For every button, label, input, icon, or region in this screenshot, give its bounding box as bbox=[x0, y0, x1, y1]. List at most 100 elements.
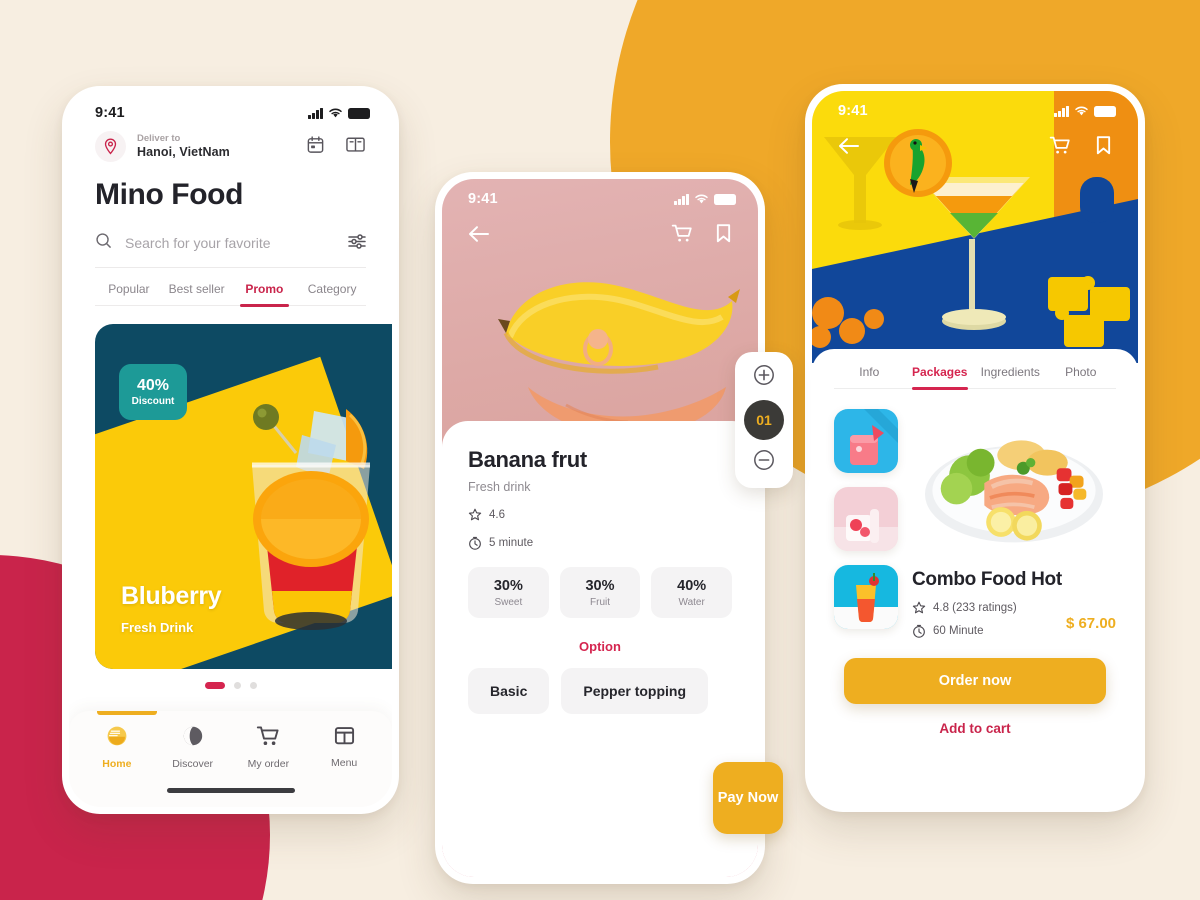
star-icon bbox=[912, 601, 926, 614]
stat-percent-sweet: 30% bbox=[493, 578, 523, 594]
product-rating: 4.8 (233 ratings) bbox=[933, 602, 1017, 614]
time-row: 60 Minute bbox=[912, 624, 1017, 638]
home-indicator-bar bbox=[166, 788, 295, 793]
product-meta-left: 4.8 (233 ratings) 60 Minute bbox=[912, 601, 1017, 638]
clock-icon bbox=[469, 536, 481, 550]
stat-percent-water: 40% bbox=[677, 578, 707, 594]
search-input[interactable] bbox=[125, 235, 335, 251]
thumbnail-list bbox=[834, 409, 898, 638]
sidebar-item-menu[interactable]: Menu bbox=[310, 725, 378, 769]
back-arrow-icon[interactable] bbox=[468, 225, 490, 248]
order-now-button[interactable]: Order now bbox=[844, 658, 1106, 704]
product-detail-sheet: Banana frut Fresh drink 4.6 5 minute 30% bbox=[442, 421, 758, 877]
pay-now-button[interactable]: Pay Now bbox=[713, 762, 783, 834]
carousel-dot[interactable] bbox=[233, 682, 241, 689]
signal-icon bbox=[308, 107, 323, 119]
tab-category[interactable]: Category bbox=[298, 282, 366, 306]
option-label: Option bbox=[579, 639, 621, 654]
product-rating: 4.6 bbox=[489, 509, 505, 521]
stat-chip-fruit[interactable]: 30% Fruit bbox=[559, 567, 641, 618]
quantity-value: 01 bbox=[744, 400, 784, 440]
cart-icon bbox=[256, 725, 280, 752]
status-bar: 9:41 bbox=[69, 93, 392, 121]
calendar-icon[interactable] bbox=[306, 135, 325, 159]
cocktail-hero-image bbox=[812, 91, 1138, 363]
phone1-screen: 9:41 Deliver to Hanoi, VietNam Mino Food… bbox=[69, 93, 392, 807]
cocktail-illustration bbox=[252, 404, 370, 630]
deliver-label: Deliver to bbox=[137, 132, 181, 144]
phone-product-detail-screen: 9:41 Banana frut Fresh drink 4.6 5 minut… bbox=[435, 172, 793, 884]
thumbnail-strawberry-drink[interactable] bbox=[834, 487, 898, 551]
stat-label-water: Water bbox=[678, 597, 705, 608]
promo-title: Bluberry bbox=[121, 582, 222, 610]
carousel-dot[interactable] bbox=[249, 682, 257, 689]
packages-sheet: Info Packages Ingredients Photo Combo Fo… bbox=[812, 349, 1138, 805]
cart-icon[interactable] bbox=[671, 223, 693, 249]
tab-promo[interactable]: Promo bbox=[230, 282, 299, 307]
option-chip-basic[interactable]: Basic bbox=[468, 668, 550, 714]
promo-card[interactable]: 40% Discount Bluberry Fresh Drink bbox=[95, 324, 392, 669]
phone2-screen: 9:41 Banana frut Fresh drink 4.6 5 minut… bbox=[442, 179, 758, 877]
carousel-dots bbox=[69, 682, 392, 689]
promo-subtitle: Fresh Drink bbox=[121, 620, 194, 635]
rating-row: 4.6 bbox=[468, 508, 732, 522]
cocktail-scene-illustration bbox=[812, 91, 1138, 363]
search-bar[interactable] bbox=[95, 232, 366, 268]
sidebar-item-my-order[interactable]: My order bbox=[234, 725, 302, 770]
plus-circle-icon[interactable] bbox=[753, 364, 775, 391]
minus-circle-icon[interactable] bbox=[753, 449, 775, 476]
phone2-topbar bbox=[442, 223, 758, 249]
signal-icon bbox=[674, 193, 689, 205]
deliver-row[interactable]: Deliver to Hanoi, VietNam bbox=[95, 131, 366, 162]
tab-ingredients[interactable]: Ingredients bbox=[975, 365, 1046, 389]
battery-icon bbox=[348, 107, 370, 119]
thumbnail-watermelon-drink[interactable] bbox=[834, 409, 898, 473]
product-time: 5 minute bbox=[489, 537, 534, 549]
status-icons bbox=[308, 107, 370, 119]
carousel-dot-active[interactable] bbox=[204, 682, 225, 689]
deliver-text: Deliver to Hanoi, VietNam bbox=[137, 133, 295, 161]
nav-label-menu: Menu bbox=[330, 757, 358, 769]
stat-percent-fruit: 30% bbox=[585, 578, 615, 594]
signal-icon bbox=[1054, 105, 1069, 117]
stat-chip-sweet[interactable]: 30% Sweet bbox=[468, 567, 549, 618]
search-icon bbox=[95, 232, 112, 254]
tab-packages[interactable]: Packages bbox=[904, 365, 975, 390]
tab-best-seller[interactable]: Best seller bbox=[162, 282, 231, 306]
bookmark-icon[interactable] bbox=[1095, 135, 1112, 161]
filter-sliders-icon[interactable] bbox=[348, 233, 366, 254]
star-icon bbox=[468, 508, 482, 521]
phone1-header: Deliver to Hanoi, VietNam Mino Food Sear… bbox=[69, 121, 392, 308]
wifi-icon bbox=[695, 194, 708, 204]
status-bar: 9:41 bbox=[442, 179, 758, 207]
book-icon[interactable] bbox=[345, 135, 366, 159]
sidebar-item-home[interactable]: Home bbox=[83, 725, 151, 770]
thumbnail-sunrise-drink[interactable] bbox=[834, 565, 898, 629]
nutrition-stats: 30% Sweet 30% Fruit 40% Water bbox=[468, 567, 733, 618]
phone3-screen: 9:41 Info Packages Ingredients Photo Com… bbox=[812, 91, 1138, 805]
product-time: 60 Minute bbox=[933, 625, 984, 637]
phone2-topbar-actions bbox=[671, 223, 732, 249]
add-to-cart-button[interactable]: Add to cart bbox=[812, 721, 1138, 736]
product-title: Combo Food Hot bbox=[912, 569, 1062, 590]
cart-icon[interactable] bbox=[1049, 135, 1071, 161]
clock-icon bbox=[913, 624, 925, 638]
home-bowl-icon bbox=[105, 725, 129, 752]
battery-icon bbox=[714, 193, 736, 205]
product-title: Banana frut bbox=[468, 447, 587, 472]
phone-packages-screen: 9:41 Info Packages Ingredients Photo Com… bbox=[805, 84, 1145, 812]
sidebar-item-discover[interactable]: Discover bbox=[159, 725, 227, 770]
phone3-topbar-actions bbox=[1049, 135, 1112, 161]
header-icons bbox=[306, 135, 366, 159]
status-icons bbox=[674, 193, 736, 205]
product-meta: 4.8 (233 ratings) 60 Minute $ 67.00 bbox=[912, 601, 1116, 638]
tab-info[interactable]: Info bbox=[834, 365, 905, 389]
bookmark-icon[interactable] bbox=[715, 223, 732, 249]
back-arrow-icon[interactable] bbox=[838, 137, 860, 160]
nav-items: Home Discover My order Menu bbox=[69, 725, 392, 770]
stat-chip-water[interactable]: 40% Water bbox=[651, 567, 733, 618]
package-main: Combo Food Hot 4.8 (233 ratings) 60 Minu… bbox=[912, 409, 1116, 638]
option-chip-pepper-topping[interactable]: Pepper topping bbox=[561, 668, 709, 714]
tab-photo[interactable]: Photo bbox=[1045, 365, 1116, 389]
tab-popular[interactable]: Popular bbox=[95, 282, 163, 306]
